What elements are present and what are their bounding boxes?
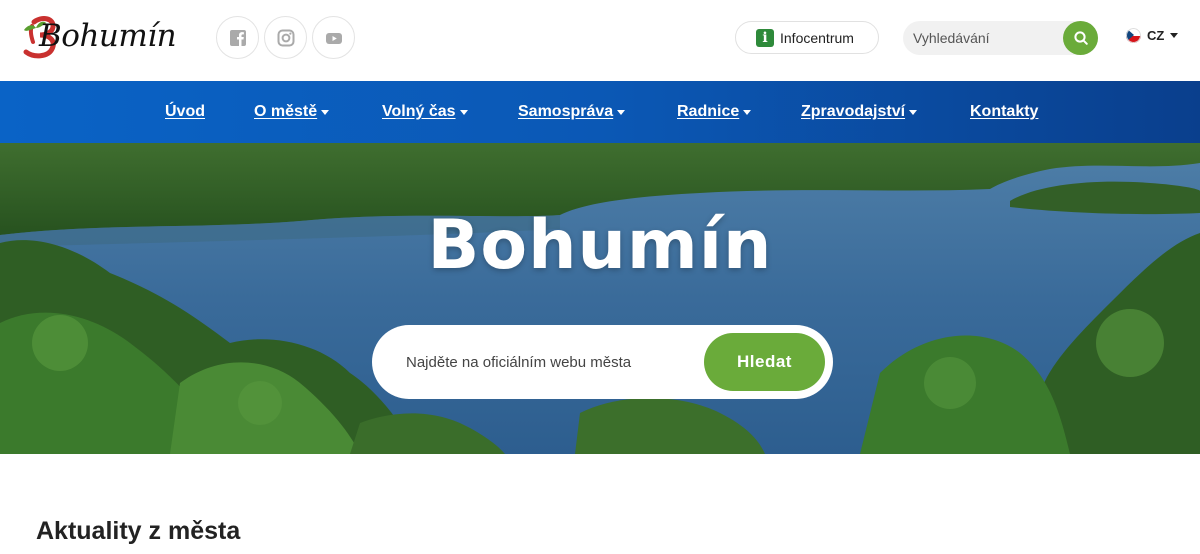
youtube-icon bbox=[325, 32, 342, 44]
nav-item-label: Radnice bbox=[677, 103, 740, 120]
nav-item-radnice[interactable]: Radnice bbox=[677, 81, 752, 143]
nav-item-label: Kontakty bbox=[970, 103, 1039, 120]
chevron-down-icon bbox=[617, 109, 626, 115]
hero-search-box: Hledat bbox=[372, 325, 833, 399]
hero-search-input[interactable] bbox=[406, 347, 696, 377]
chevron-down-icon bbox=[909, 109, 918, 115]
nav-item-label: Zpravodajství bbox=[801, 103, 906, 120]
info-icon: i bbox=[756, 28, 774, 47]
search-icon bbox=[1073, 31, 1088, 45]
facebook-link[interactable] bbox=[216, 16, 259, 59]
nav-item-label: Úvod bbox=[165, 103, 205, 120]
header-search bbox=[903, 21, 1098, 55]
chevron-down-icon bbox=[1170, 33, 1179, 38]
language-switcher[interactable]: CZ bbox=[1126, 28, 1179, 43]
infocentrum-label: Infocentrum bbox=[780, 29, 854, 46]
news-section-heading: Aktuality z města bbox=[36, 517, 241, 545]
nav-item-uvod[interactable]: Úvod bbox=[165, 81, 205, 143]
instagram-link[interactable] bbox=[264, 16, 307, 59]
main-navigation: Úvod O městě Volný čas Samospráva Radnic… bbox=[0, 81, 1200, 143]
hero-lake-image bbox=[0, 143, 1200, 454]
hero-title: Bohumín bbox=[427, 206, 773, 285]
nav-item-volny-cas[interactable]: Volný čas bbox=[382, 81, 468, 143]
language-label: CZ bbox=[1147, 28, 1165, 43]
site-logo[interactable]: Bohumín bbox=[20, 14, 177, 62]
infocentrum-button[interactable]: i Infocentrum bbox=[735, 21, 879, 54]
site-header: Bohumín i Infocentrum Vyhledávání CZ bbox=[0, 0, 1200, 81]
chevron-down-icon bbox=[743, 109, 752, 115]
nav-item-label: O městě bbox=[254, 103, 318, 120]
logo-wordmark: Bohumín bbox=[39, 18, 177, 54]
facebook-icon bbox=[229, 29, 246, 46]
nav-item-label: Volný čas bbox=[382, 103, 456, 120]
chevron-down-icon bbox=[321, 109, 330, 115]
hero-banner: Bohumín Hledat bbox=[0, 143, 1200, 454]
nav-item-label: Samospráva bbox=[518, 103, 614, 120]
youtube-link[interactable] bbox=[312, 16, 355, 59]
nav-item-samosprava[interactable]: Samospráva bbox=[518, 81, 626, 143]
instagram-icon bbox=[277, 29, 294, 46]
nav-item-zpravodajstvi[interactable]: Zpravodajství bbox=[801, 81, 918, 143]
czech-flag-icon bbox=[1126, 28, 1141, 43]
chevron-down-icon bbox=[459, 109, 468, 115]
nav-item-o-meste[interactable]: O městě bbox=[254, 81, 330, 143]
hero-search-button[interactable]: Hledat bbox=[704, 333, 825, 391]
header-search-input[interactable] bbox=[903, 21, 1063, 55]
nav-item-kontakty[interactable]: Kontakty bbox=[970, 81, 1038, 143]
header-search-button[interactable] bbox=[1063, 21, 1098, 55]
